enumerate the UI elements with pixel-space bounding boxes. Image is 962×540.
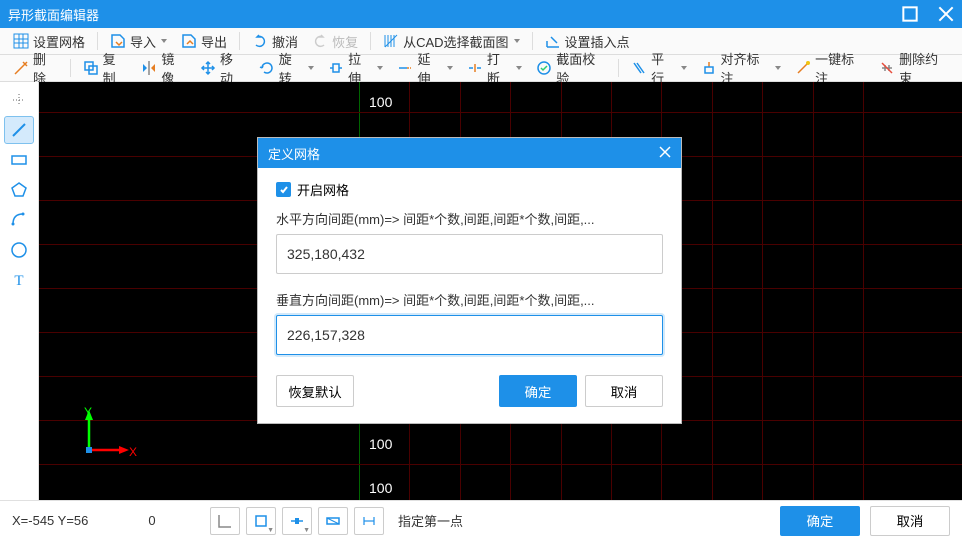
insert-point-icon <box>545 33 561 49</box>
define-grid-dialog: 定义网格 开启网格 水平方向间距(mm)=> 间距*个数,间距,间距*个数,间距… <box>257 137 682 424</box>
close-icon[interactable] <box>938 6 954 22</box>
snap-midpoint-button[interactable]: ▼ <box>282 507 312 535</box>
line-tool[interactable] <box>4 116 34 144</box>
delete-icon <box>13 60 29 76</box>
window-title: 异形截面编辑器 <box>8 5 99 24</box>
rotate-icon <box>259 60 275 76</box>
status-coords: X=-545 Y=56 <box>12 513 88 528</box>
rotate-button[interactable]: 旋转 <box>254 57 319 79</box>
delete-constraint-icon <box>879 60 895 76</box>
snap-dimension-button[interactable] <box>354 507 384 535</box>
status-ok-button[interactable]: 确定 <box>780 506 860 536</box>
parallel-button[interactable]: 平行 <box>626 57 691 79</box>
toolbar-row-2: 删除 复制 镜像 移动 旋转 拉伸 延伸 打断 截面校验 平行 <box>0 55 962 82</box>
delete-constraint-button[interactable]: 删除约束 <box>874 57 954 79</box>
parallel-icon <box>631 60 647 76</box>
svg-text:T: T <box>14 273 23 289</box>
dialog-title: 定义网格 <box>268 144 320 163</box>
break-icon <box>467 60 483 76</box>
axis-tick: 100 <box>369 94 392 110</box>
redo-icon <box>312 33 328 49</box>
snap-intersection-button[interactable] <box>318 507 348 535</box>
v-spacing-label: 垂直方向间距(mm)=> 间距*个数,间距,间距*个数,间距,... <box>276 290 663 309</box>
grid-icon <box>13 33 29 49</box>
export-label: 导出 <box>201 32 227 51</box>
copy-button[interactable]: 复制 <box>78 57 133 79</box>
chevron-down-icon <box>514 39 520 43</box>
maximize-icon[interactable] <box>902 6 918 22</box>
snap-corner-button[interactable] <box>210 507 240 535</box>
check-icon <box>536 60 552 76</box>
stretch-icon <box>328 60 344 76</box>
chevron-down-icon <box>308 66 314 70</box>
undo-label: 撤消 <box>272 32 298 51</box>
enable-grid-label: 开启网格 <box>297 180 349 199</box>
polygon-tool[interactable] <box>4 176 34 204</box>
status-cancel-button[interactable]: 取消 <box>870 506 950 536</box>
enable-grid-checkbox[interactable] <box>276 182 291 197</box>
chevron-down-icon <box>161 39 167 43</box>
from-cad-label: 从CAD选择截面图 <box>403 32 508 51</box>
import-icon <box>110 33 126 49</box>
h-spacing-input[interactable] <box>276 234 663 274</box>
circle-tool[interactable] <box>4 236 34 264</box>
chevron-down-icon <box>681 66 687 70</box>
mirror-button[interactable]: 镜像 <box>136 57 191 79</box>
axis-tick: 100 <box>369 480 392 496</box>
set-insert-point-label: 设置插入点 <box>565 32 630 51</box>
chevron-down-icon <box>377 66 383 70</box>
wand-icon <box>795 60 811 76</box>
rectangle-tool[interactable] <box>4 146 34 174</box>
redo-label: 恢复 <box>332 32 358 51</box>
cad-icon <box>383 33 399 49</box>
tool-palette: T <box>0 82 39 500</box>
extend-button[interactable]: 延伸 <box>392 57 457 79</box>
export-icon <box>181 33 197 49</box>
mirror-icon <box>141 60 157 76</box>
status-zero: 0 <box>148 513 155 528</box>
status-bar: X=-545 Y=56 0 ▼ ▼ 指定第一点 确定 取消 <box>0 500 962 540</box>
align-icon <box>701 60 717 76</box>
move-button[interactable]: 移动 <box>195 57 250 79</box>
chevron-down-icon <box>516 66 522 70</box>
move-icon <box>200 60 216 76</box>
status-prompt: 指定第一点 <box>398 511 463 530</box>
axis-tick: 100 <box>369 436 392 452</box>
one-key-mark-button[interactable]: 一键标注 <box>790 57 870 79</box>
text-tool[interactable]: T <box>4 266 34 294</box>
snap-endpoint-button[interactable]: ▼ <box>246 507 276 535</box>
v-spacing-input[interactable] <box>276 315 663 355</box>
arc-tool[interactable] <box>4 206 34 234</box>
copy-icon <box>83 60 99 76</box>
chevron-down-icon <box>447 66 453 70</box>
stretch-button[interactable]: 拉伸 <box>323 57 388 79</box>
dialog-close-icon[interactable] <box>659 146 671 161</box>
restore-default-button[interactable]: 恢复默认 <box>276 375 354 407</box>
dialog-ok-button[interactable]: 确定 <box>499 375 577 407</box>
section-check-button[interactable]: 截面校验 <box>531 57 611 79</box>
extend-icon <box>397 60 413 76</box>
align-mark-button[interactable]: 对齐标注 <box>696 57 787 79</box>
import-label: 导入 <box>130 32 156 51</box>
chevron-down-icon <box>775 66 781 70</box>
h-spacing-label: 水平方向间距(mm)=> 间距*个数,间距,间距*个数,间距,... <box>276 209 663 228</box>
grid-settings-label: 设置网格 <box>33 32 85 51</box>
undo-icon <box>252 33 268 49</box>
break-button[interactable]: 打断 <box>462 57 527 79</box>
dialog-cancel-button[interactable]: 取消 <box>585 375 663 407</box>
dialog-title-bar[interactable]: 定义网格 <box>258 138 681 168</box>
title-bar: 异形截面编辑器 <box>0 0 962 28</box>
point-tool[interactable] <box>4 86 34 114</box>
delete-button[interactable]: 删除 <box>8 57 63 79</box>
